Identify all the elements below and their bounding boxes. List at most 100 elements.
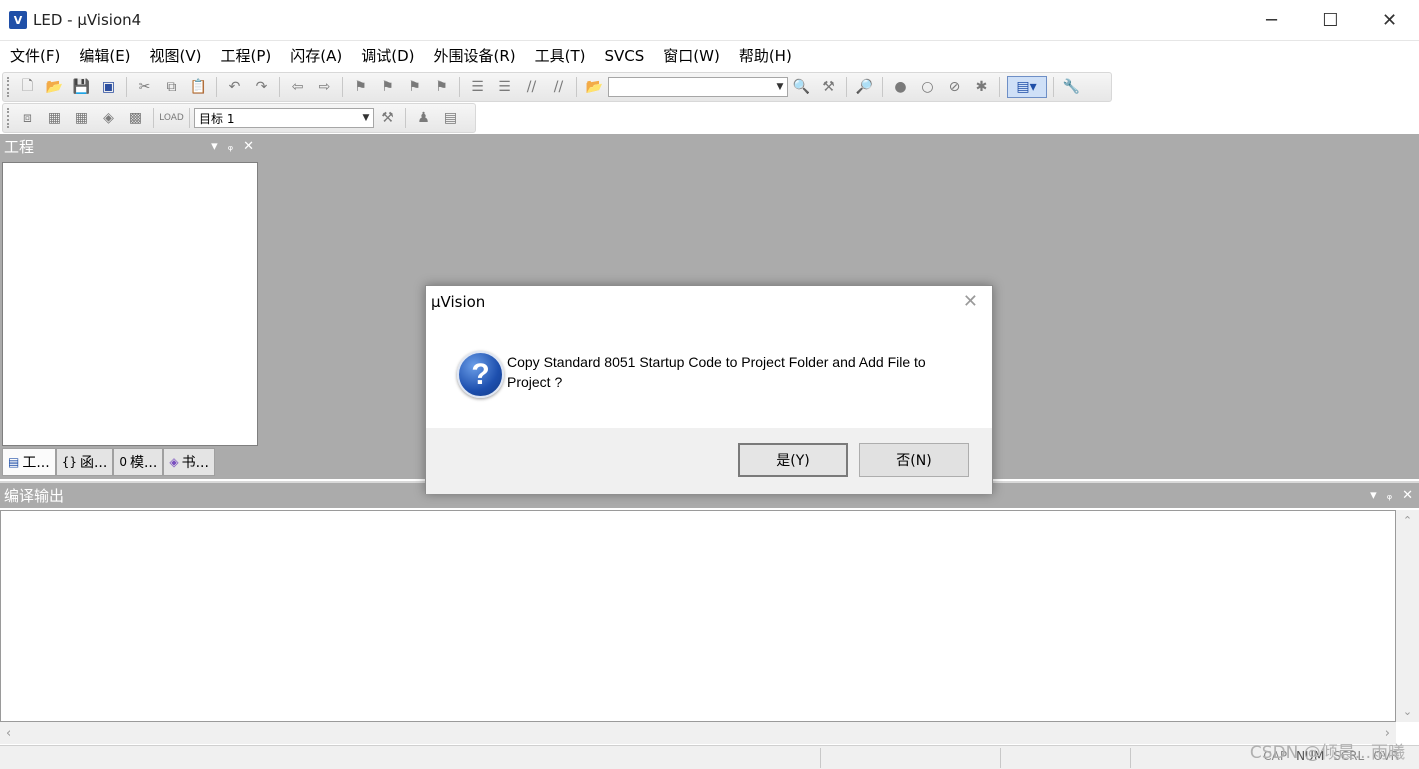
project-tree[interactable]	[2, 162, 258, 446]
horizontal-scrollbar[interactable]: ‹ ›	[0, 722, 1396, 744]
toolbar-area: 🗋 📂 💾 ▣ ✂ ⧉ 📋 ↶ ↷ ⇦ ⇨ ⚑ ⚑ ⚑ ⚑ ☰ ☰ // // …	[0, 70, 1419, 134]
dialog-title: µVision	[431, 293, 486, 311]
chevron-down-icon[interactable]: ▼	[359, 109, 373, 127]
find-icon[interactable]: 🔍	[791, 76, 813, 98]
window-title: LED - µVision4	[33, 11, 142, 29]
templates-icon: 0	[119, 455, 127, 469]
manage-components-icon[interactable]: ♟	[413, 107, 435, 129]
stop-build-icon[interactable]: ▩	[125, 107, 147, 129]
pin-icon[interactable]: ᵩ	[228, 139, 233, 154]
no-button[interactable]: 否(N)	[859, 443, 969, 477]
scroll-up-icon[interactable]: ⌃	[1403, 514, 1412, 527]
project-icon: ▤	[8, 455, 20, 469]
target-select[interactable]: 目标 1 ▼	[194, 108, 374, 128]
chevron-down-icon[interactable]: ▾	[211, 139, 218, 154]
maximize-button[interactable]: ☐	[1301, 0, 1360, 40]
menu-file[interactable]: 文件(F)	[10, 45, 60, 66]
books-icon: ◈	[169, 455, 179, 469]
batch-build-icon[interactable]: ◈	[98, 107, 120, 129]
debug-session-icon[interactable]: 🔎	[854, 76, 876, 98]
find-in-files-icon[interactable]: 📂	[584, 76, 606, 98]
close-icon[interactable]: ✕	[1402, 488, 1413, 503]
incremental-find-icon[interactable]: ⚒	[818, 76, 840, 98]
yes-button[interactable]: 是(Y)	[738, 443, 848, 477]
new-file-icon[interactable]: 🗋	[17, 76, 39, 98]
menu-flash[interactable]: 闪存(A)	[290, 45, 342, 66]
cut-icon[interactable]: ✂	[134, 76, 156, 98]
menu-peripherals[interactable]: 外围设备(R)	[433, 45, 515, 66]
build-toolbar: ⧈ ▦ ▦ ◈ ▩ LOAD 目标 1 ▼ ⚒ ♟ ▤	[2, 103, 476, 133]
bookmark-prev-icon[interactable]: ⚑	[377, 76, 399, 98]
download-icon[interactable]: LOAD	[159, 107, 184, 129]
paste-icon[interactable]: 📋	[188, 76, 210, 98]
scroll-left-icon[interactable]: ‹	[6, 726, 11, 741]
title-bar: V LED - µVision4 ─ ☐ ✕	[0, 0, 1419, 40]
scroll-down-icon[interactable]: ⌄	[1403, 705, 1412, 718]
chevron-down-icon[interactable]: ▾	[1370, 488, 1377, 503]
pin-icon[interactable]: ᵩ	[1387, 488, 1392, 503]
window-layout-icon[interactable]: ▤▾	[1006, 76, 1047, 98]
menu-tools[interactable]: 工具(T)	[535, 45, 586, 66]
breakpoint-disable-all-icon[interactable]: ⊘	[944, 76, 966, 98]
navigate-back-icon[interactable]: ⇦	[287, 76, 309, 98]
copy-icon[interactable]: ⧉	[161, 76, 183, 98]
breakpoint-disable-icon[interactable]: ○	[917, 76, 939, 98]
redo-icon[interactable]: ↷	[251, 76, 273, 98]
navigate-forward-icon[interactable]: ⇨	[314, 76, 336, 98]
save-all-icon[interactable]: ▣	[98, 76, 120, 98]
window-controls: ─ ☐ ✕	[1242, 0, 1419, 40]
bookmark-toggle-icon[interactable]: ⚑	[350, 76, 372, 98]
vertical-scrollbar[interactable]: ⌃ ⌄	[1396, 510, 1419, 722]
menu-edit[interactable]: 编辑(E)	[79, 45, 130, 66]
breakpoint-insert-icon[interactable]: ●	[890, 76, 912, 98]
project-panel: 工程 ▾ ᵩ ✕ ▤ 工... {} 函... 0 模... ◈ 书...	[0, 134, 264, 479]
minimize-button[interactable]: ─	[1242, 0, 1301, 40]
project-panel-tabs: ▤ 工... {} 函... 0 模... ◈ 书...	[2, 448, 215, 476]
menu-bar: 文件(F) 编辑(E) 视图(V) 工程(P) 闪存(A) 调试(D) 外围设备…	[0, 40, 1419, 70]
rebuild-icon[interactable]: ▦	[71, 107, 93, 129]
close-window-button[interactable]: ✕	[1360, 0, 1419, 40]
undo-icon[interactable]: ↶	[224, 76, 246, 98]
menu-project[interactable]: 工程(P)	[221, 45, 272, 66]
functions-icon: {}	[61, 455, 77, 469]
watermark: CSDN @倾晨...雨曦	[1249, 743, 1405, 763]
menu-view[interactable]: 视图(V)	[150, 45, 202, 66]
tab-functions[interactable]: {} 函...	[55, 448, 114, 476]
tab-templates[interactable]: 0 模...	[113, 448, 164, 476]
menu-debug[interactable]: 调试(D)	[361, 45, 414, 66]
configure-icon[interactable]: 🔧	[1061, 76, 1083, 98]
bookmark-next-icon[interactable]: ⚑	[404, 76, 426, 98]
unindent-icon[interactable]: ☰	[494, 76, 516, 98]
bookmark-clear-icon[interactable]: ⚑	[431, 76, 453, 98]
breakpoint-kill-all-icon[interactable]: ✱	[971, 76, 993, 98]
open-file-icon[interactable]: 📂	[44, 76, 66, 98]
file-extensions-icon[interactable]: ▤	[440, 107, 462, 129]
dialog-message: Copy Standard 8051 Startup Code to Proje…	[507, 354, 926, 390]
menu-help[interactable]: 帮助(H)	[739, 45, 792, 66]
menu-window[interactable]: 窗口(W)	[663, 45, 720, 66]
output-panel-title: 编译输出	[4, 487, 65, 505]
dialog-close-icon[interactable]: ✕	[963, 291, 978, 312]
translate-icon[interactable]: ⧈	[17, 107, 39, 129]
file-toolbar: 🗋 📂 💾 ▣ ✂ ⧉ 📋 ↶ ↷ ⇦ ⇨ ⚑ ⚑ ⚑ ⚑ ☰ ☰ // // …	[2, 72, 1112, 102]
close-icon[interactable]: ✕	[243, 139, 254, 154]
project-panel-title: 工程	[4, 137, 35, 156]
save-icon[interactable]: 💾	[71, 76, 93, 98]
toolbar-grip[interactable]	[7, 108, 10, 128]
uvision-icon: V	[9, 11, 27, 29]
indent-icon[interactable]: ☰	[467, 76, 489, 98]
find-combo[interactable]: ▼	[608, 77, 788, 97]
uncomment-icon[interactable]: //	[548, 76, 570, 98]
comment-icon[interactable]: //	[521, 76, 543, 98]
tab-project[interactable]: ▤ 工...	[2, 448, 56, 476]
menu-svcs[interactable]: SVCS	[605, 47, 645, 65]
chevron-down-icon[interactable]: ▼	[773, 78, 787, 96]
startup-code-dialog: µVision ✕ ? Copy Standard 8051 Startup C…	[425, 285, 993, 494]
build-output[interactable]	[0, 510, 1396, 722]
build-icon[interactable]: ▦	[44, 107, 66, 129]
target-select-value: 目标 1	[199, 111, 235, 126]
target-options-icon[interactable]: ⚒	[377, 107, 399, 129]
toolbar-grip[interactable]	[7, 77, 10, 97]
project-panel-header: 工程 ▾ ᵩ ✕	[0, 134, 262, 158]
tab-books[interactable]: ◈ 书...	[163, 448, 215, 476]
